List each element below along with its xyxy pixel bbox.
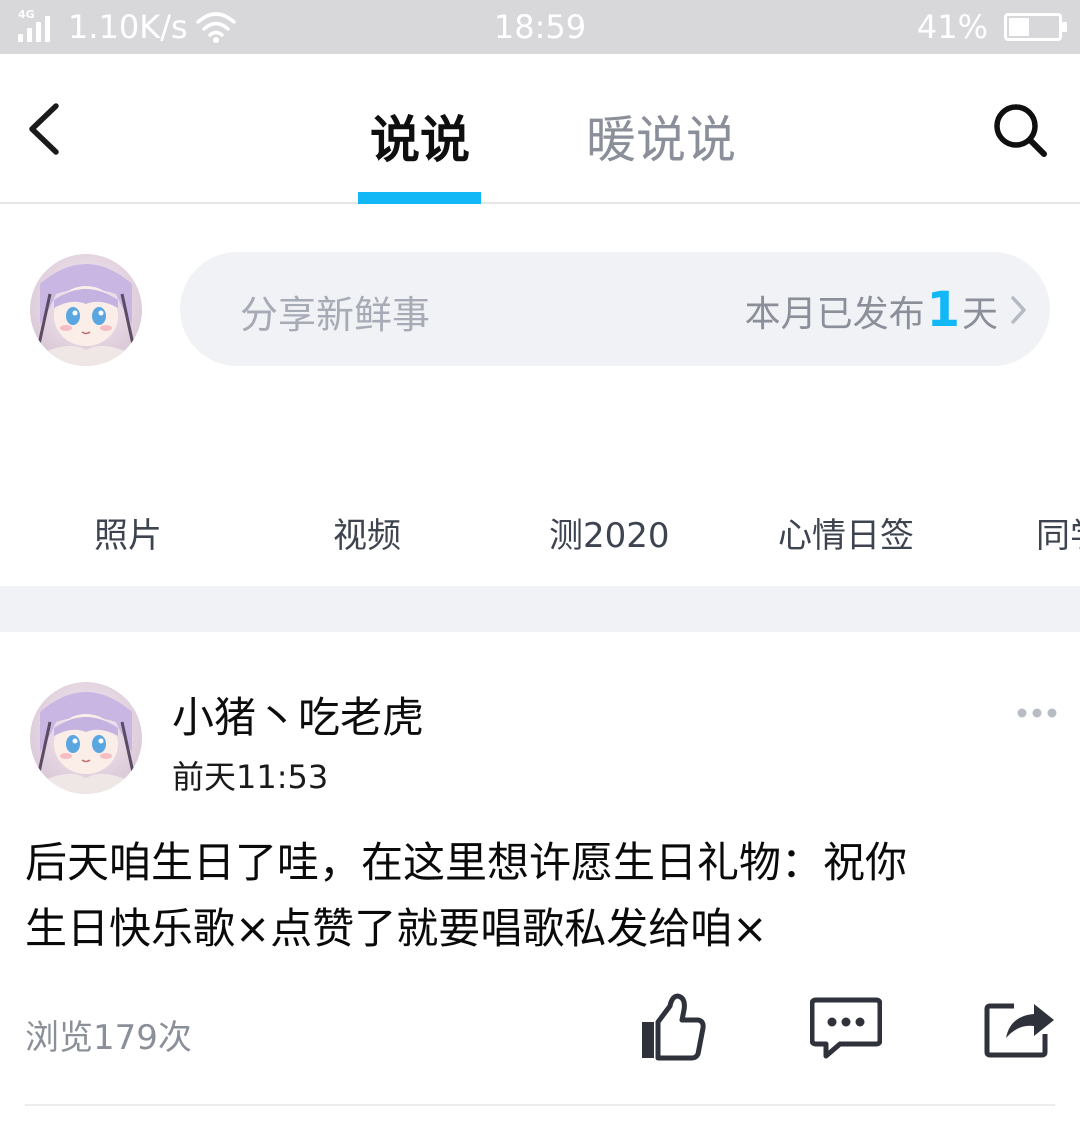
- battery-fill: [1009, 18, 1029, 36]
- post-time: 前天11:53: [172, 758, 329, 796]
- like-icon[interactable]: [638, 992, 706, 1062]
- search-icon[interactable]: [992, 102, 1048, 158]
- chevron-left-icon[interactable]: [22, 98, 72, 160]
- stats-prefix: 本月已发布: [744, 294, 925, 335]
- section-divider: [0, 586, 1080, 632]
- quick-tab-test-2020[interactable]: 测2020: [549, 508, 670, 557]
- tab-nuan-shuoshuo[interactable]: 暖说说: [586, 100, 736, 172]
- post-avatar[interactable]: [30, 682, 142, 794]
- chevron-right-icon: [1011, 296, 1026, 324]
- post-text-line-2: 生日快乐歌×点赞了就要唱歌私发给咱×: [25, 904, 768, 953]
- monthly-post-stats[interactable]: 本月已发布 1 天: [745, 282, 998, 338]
- quick-tab-videos[interactable]: 视频: [333, 508, 401, 557]
- comment-icon[interactable]: [810, 996, 882, 1060]
- post-text: 后天咱生日了哇，在这里想许愿生日礼物：祝你 生日快乐歌×点赞了就要唱歌私发给咱×: [25, 830, 1055, 962]
- view-count: 浏览179次: [25, 1018, 192, 1058]
- status-right: 41%: [916, 8, 1067, 46]
- composer-placeholder[interactable]: 分享新鲜事: [240, 284, 430, 339]
- composer-box[interactable]: 分享新鲜事 本月已发布 1 天: [180, 252, 1050, 366]
- more-icon[interactable]: [1016, 702, 1058, 724]
- nav-bar: 说说 暖说说: [0, 54, 1080, 204]
- active-tab-indicator: [358, 192, 481, 204]
- stats-count: 1: [926, 282, 960, 338]
- status-bar: 4G 1.10K/s 18:59 41%: [0, 0, 1080, 54]
- share-icon[interactable]: [984, 996, 1056, 1058]
- battery-icon: [1004, 13, 1067, 41]
- stats-suffix: 天: [961, 294, 998, 335]
- quick-tab-photos[interactable]: 照片: [94, 508, 162, 557]
- post-text-line-1: 后天咱生日了哇，在这里想许愿生日礼物：祝你: [25, 838, 908, 887]
- battery-percent: 41%: [916, 8, 988, 46]
- tab-shuoshuo[interactable]: 说说: [370, 100, 470, 172]
- post-author[interactable]: 小猪丶吃老虎: [172, 684, 424, 745]
- quick-tab-classmates[interactable]: 同学: [1036, 508, 1080, 557]
- quick-tab-mood-card[interactable]: 心情日签: [778, 508, 914, 557]
- quick-tabs: 照片 视频 测2020 心情日签 同学: [0, 508, 1080, 568]
- post-bottom-divider: [25, 1104, 1055, 1106]
- avatar[interactable]: [30, 254, 142, 366]
